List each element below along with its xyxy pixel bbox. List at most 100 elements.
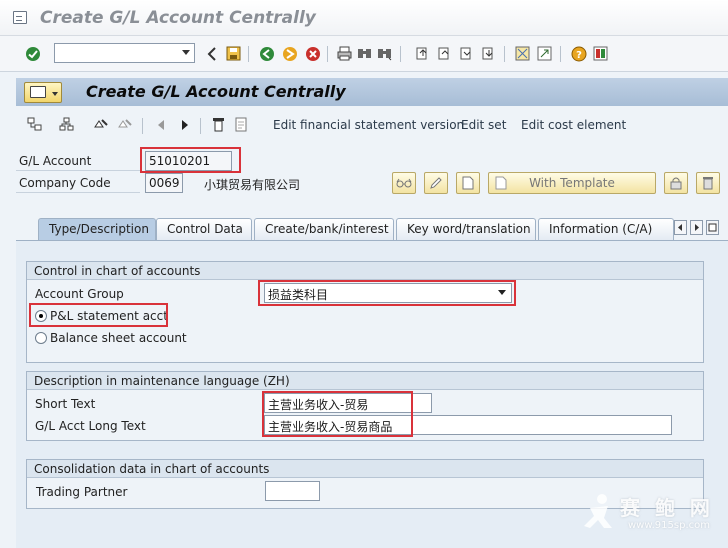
toolbar-separator [400, 46, 401, 62]
tab-information-ca[interactable]: Information (C/A) [538, 218, 674, 240]
back-icon[interactable] [258, 45, 275, 62]
lock-button[interactable] [664, 172, 688, 194]
company-code-label-box: Company Code [16, 173, 140, 193]
help-icon[interactable]: ? [570, 45, 587, 62]
company-name: 小琪贸易有限公司 [204, 178, 301, 192]
last-page-icon[interactable] [480, 45, 497, 62]
highlight-box [262, 391, 413, 437]
blank-page-icon [462, 176, 474, 190]
system-toolbar: ? [0, 36, 728, 72]
control-group-title: Control in chart of accounts [27, 262, 703, 280]
company-code-value: 0069 [149, 176, 180, 190]
account-group-label: Account Group [35, 287, 124, 301]
window-title: Create G/L Account Centrally [40, 8, 316, 28]
toolbar-separator [504, 46, 505, 62]
template-page-icon [495, 176, 507, 190]
toolbar-separator [142, 118, 143, 134]
tab-label: Create/bank/interest [265, 222, 389, 236]
chevron-down-icon [52, 92, 58, 96]
tab-keyword-translation[interactable]: Key word/translation [396, 218, 536, 240]
tab-scroll-left-icon[interactable] [674, 220, 687, 235]
short-text-label: Short Text [35, 397, 96, 411]
create-button[interactable] [456, 172, 480, 194]
back-arrow-icon[interactable] [203, 45, 220, 62]
enter-icon[interactable] [24, 45, 41, 62]
edit-set-link[interactable]: Edit set [461, 118, 506, 132]
tab-list-icon[interactable] [706, 220, 719, 235]
first-page-icon[interactable] [414, 45, 431, 62]
watermark-url: www.915sp.com [628, 520, 710, 531]
print-icon[interactable] [336, 45, 353, 62]
edit-financial-statement-link[interactable]: Edit financial statement version [273, 118, 464, 132]
gl-account-label: G/L Account [19, 154, 92, 168]
pencil-icon [430, 177, 442, 189]
balance-sheet-label: Balance sheet account [50, 331, 187, 345]
layout-menu-icon[interactable] [592, 45, 609, 62]
previous-page-icon[interactable] [436, 45, 453, 62]
cancel-icon[interactable] [304, 45, 321, 62]
tab-label: Information (C/A) [549, 222, 653, 236]
tab-scroll-right-icon[interactable] [690, 220, 703, 235]
screen-menu-icon [30, 86, 46, 98]
delete-button[interactable] [696, 172, 720, 194]
trading-partner-field[interactable] [265, 481, 320, 501]
exit-icon[interactable] [281, 45, 298, 62]
long-text-label: G/L Acct Long Text [35, 419, 146, 433]
find-next-icon[interactable] [376, 45, 393, 62]
tab-create-bank-interest[interactable]: Create/bank/interest [254, 218, 394, 240]
balance-sheet-radio[interactable] [35, 332, 47, 344]
tab-label: Control Data [167, 222, 243, 236]
application-toolbar: Edit financial statement version Edit se… [16, 106, 728, 144]
other-object-icon[interactable] [116, 116, 133, 133]
command-dropdown-icon[interactable] [182, 50, 190, 55]
previous-icon[interactable] [152, 116, 169, 133]
glasses-icon [396, 178, 412, 188]
tab-label: Key word/translation [407, 222, 531, 236]
toolbar-separator [248, 46, 249, 62]
tab-control-data[interactable]: Control Data [156, 218, 252, 240]
lock-icon [670, 177, 682, 190]
toolbar-separator [327, 46, 328, 62]
trash-can-icon[interactable] [210, 116, 227, 133]
screen-title: Create G/L Account Centrally [86, 82, 346, 101]
consolidation-group-title: Consolidation data in chart of accounts [27, 460, 703, 478]
highlight-box [140, 147, 241, 173]
with-template-button[interactable]: With Template [488, 172, 656, 194]
command-field[interactable] [54, 43, 195, 63]
gl-account-label-box: G/L Account [16, 151, 140, 171]
watermark-text: 赛 鲍 网 [620, 496, 714, 520]
company-code-label: Company Code [19, 176, 111, 190]
highlight-box [258, 280, 516, 306]
document-icon[interactable] [232, 116, 249, 133]
trading-partner-label: Trading Partner [36, 485, 128, 499]
glasses-button[interactable] [392, 172, 416, 194]
tab-strip: Type/Description Control Data Create/ban… [16, 218, 728, 241]
save-icon[interactable] [225, 45, 242, 62]
display-change-icon[interactable] [92, 116, 109, 133]
watermark-figure-icon [584, 494, 612, 528]
next-icon[interactable] [176, 116, 193, 133]
toolbar-separator [560, 46, 561, 62]
title-bar: Create G/L Account Centrally [0, 0, 728, 36]
tab-type-description[interactable]: Type/Description [38, 218, 156, 241]
watermark: 赛 鲍 网 www.915sp.com [582, 490, 722, 538]
next-page-icon[interactable] [458, 45, 475, 62]
trash-icon [703, 177, 713, 190]
structure-icon[interactable] [58, 116, 75, 133]
screen-header: Create G/L Account Centrally [16, 78, 728, 106]
hierarchy-icon[interactable] [26, 116, 43, 133]
company-code-field[interactable]: 0069 [145, 173, 183, 193]
tab-label: Type/Description [49, 222, 149, 236]
system-menu-icon[interactable] [13, 11, 27, 24]
toolbar-separator [200, 118, 201, 134]
with-template-label: With Template [529, 176, 615, 190]
highlight-box [29, 303, 168, 327]
edit-button[interactable] [424, 172, 448, 194]
edit-cost-element-link[interactable]: Edit cost element [521, 118, 626, 132]
svg-text:?: ? [576, 50, 582, 61]
create-session-icon[interactable] [514, 45, 531, 62]
screen-menu-button[interactable] [24, 82, 62, 103]
shortcut-icon[interactable] [536, 45, 553, 62]
description-group-title: Description in maintenance language (ZH) [27, 372, 703, 390]
find-icon[interactable] [356, 45, 373, 62]
